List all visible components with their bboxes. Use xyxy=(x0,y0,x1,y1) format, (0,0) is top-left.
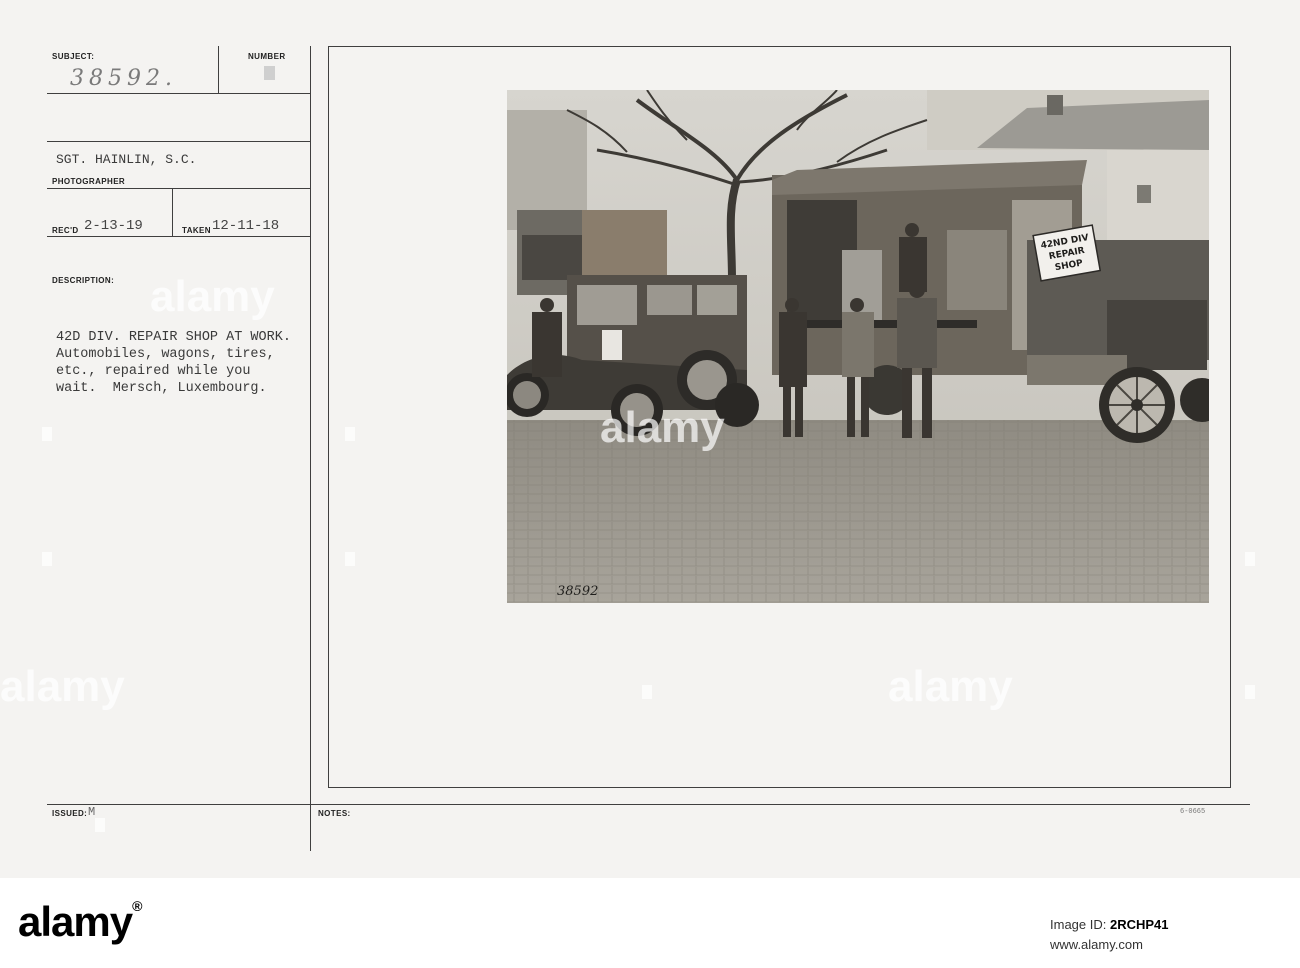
description-line-3: etc., repaired while you xyxy=(56,364,251,379)
card-divider-notes-row xyxy=(47,804,1250,805)
subject-number: 38592. xyxy=(70,66,177,91)
taken-date: 12-11-18 xyxy=(212,218,280,234)
notes-label: NOTES: xyxy=(318,809,351,818)
description-line-4: wait. Mersch, Luxembourg. xyxy=(56,381,267,396)
watermark-mark-4 xyxy=(345,552,355,566)
image-id-label: Image ID: xyxy=(1050,917,1107,932)
card-divider-photographer-top xyxy=(47,141,310,142)
card-divider-photographer-bottom xyxy=(47,188,310,189)
footer-brand-text: alamy xyxy=(18,898,133,945)
description-label: DESCRIPTION: xyxy=(52,276,115,285)
site-url[interactable]: www.alamy.com xyxy=(1050,937,1143,952)
card-divider-subject-bottom xyxy=(47,93,310,94)
number-stamp xyxy=(264,66,275,80)
watermark-card-top: alamy xyxy=(150,272,275,321)
recd-label: REC'D xyxy=(52,226,79,235)
card-divider-left-column xyxy=(310,46,311,851)
description-line-1: 42D DIV. REPAIR SHOP AT WORK. xyxy=(56,330,291,345)
photo-mount-border-right xyxy=(1230,46,1231,788)
taken-label: TAKEN xyxy=(182,226,211,235)
image-id-line: Image ID: 2RCHP41 xyxy=(1050,917,1169,932)
photo-scene: 42ND DIV REPAIR SHOP 38592 xyxy=(507,90,1209,603)
card-divider-date-bottom xyxy=(47,236,310,237)
watermark-mark-3 xyxy=(42,552,52,566)
photographer-label: PHOTOGRAPHER xyxy=(52,177,126,186)
image-id-value: 2RCHP41 xyxy=(1109,917,1169,932)
recd-date: 2-13-19 xyxy=(84,218,143,234)
negative-number: 38592 xyxy=(557,584,598,599)
photo-mount-border-top xyxy=(328,46,1231,47)
watermark-mount-bottom: alamy xyxy=(888,662,1013,711)
number-label: NUMBER xyxy=(248,52,286,61)
footer-brand-logo[interactable]: alamy® xyxy=(18,898,142,946)
watermark-mark-5 xyxy=(642,685,652,699)
watermark-mark-1 xyxy=(42,427,52,441)
repair-shop-sign: 42ND DIV REPAIR SHOP xyxy=(1032,224,1102,282)
watermark-card-bottom: alamy xyxy=(0,662,125,711)
photographer-name: SGT. HAINLIN, S.C. xyxy=(56,152,197,167)
card-divider-top-vertical xyxy=(218,46,219,93)
registered-mark: ® xyxy=(132,898,142,914)
watermark-mark-8 xyxy=(1245,552,1255,566)
description-line-2: Automobiles, wagons, tires, xyxy=(56,347,275,362)
issued-label: ISSUED: xyxy=(52,809,88,818)
watermark-mark-2 xyxy=(345,427,355,441)
watermark-mark-6 xyxy=(1245,685,1255,699)
corner-code: 6-0665 xyxy=(1180,808,1206,816)
issued-value: M xyxy=(88,805,96,819)
photograph: 42ND DIV REPAIR SHOP 38592 xyxy=(507,90,1209,603)
subject-label: SUBJECT: xyxy=(52,52,95,61)
watermark-photo-center: alamy xyxy=(600,403,725,452)
photo-mount-border-bottom xyxy=(328,787,1231,788)
photo-mount-border-left xyxy=(328,46,329,788)
card-divider-date-vertical xyxy=(172,188,173,236)
watermark-mark-7 xyxy=(95,818,105,832)
